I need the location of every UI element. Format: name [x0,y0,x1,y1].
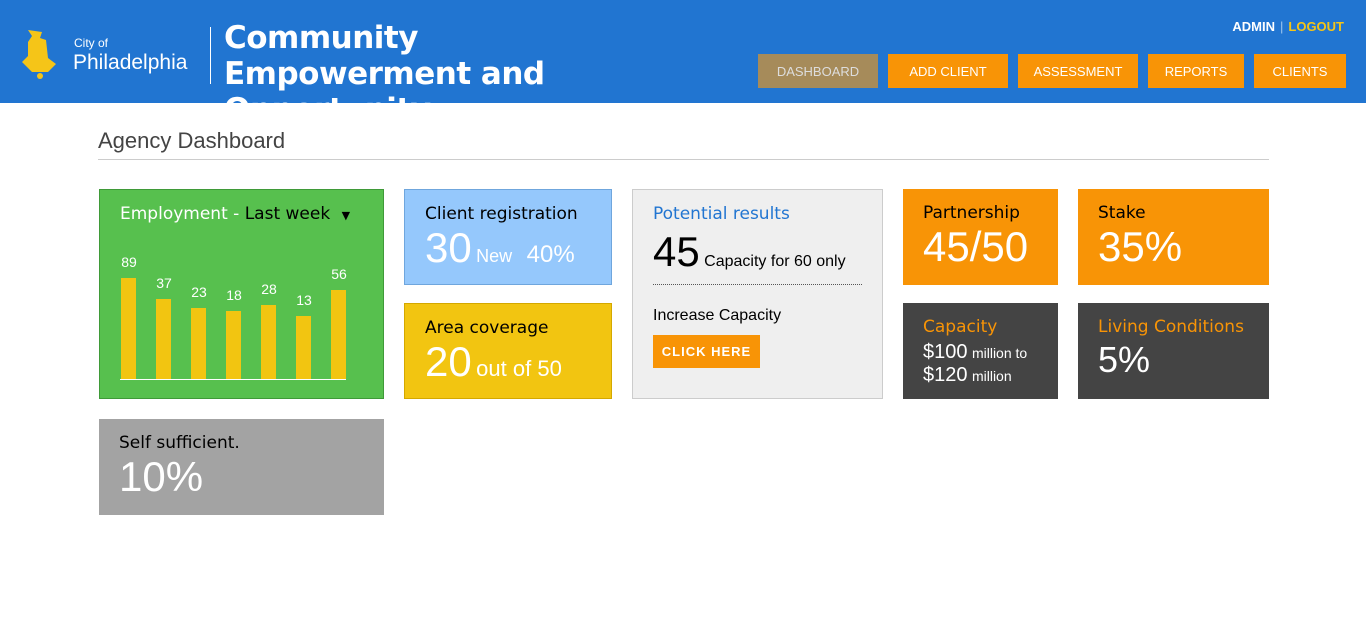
dotted-divider [653,284,862,285]
self-sufficient-value: 10% [119,453,204,500]
nav-dashboard[interactable]: DASHBOARD [758,54,878,88]
divider [210,27,211,84]
card-title: Living Conditions [1098,317,1244,337]
click-here-button[interactable]: CLICK HERE [653,335,760,368]
employment-bar [226,311,241,379]
employment-chart: 89 37 23 18 28 13 56 [100,190,385,400]
capacity-card: Capacity $100 million to $120 million [903,303,1058,399]
city-name: Philadelphia [73,51,188,74]
partnership-value: 45/50 [923,223,1029,270]
new-label: New [476,246,513,266]
potential-note: Capacity for 60 only [704,253,846,270]
area-value: 20 [425,338,472,385]
potential-value: 45 [653,228,700,275]
employment-bar-label: 23 [191,284,207,300]
employment-bar [296,316,311,379]
divider [98,159,1269,160]
city-of-label: City of [74,36,109,50]
employment-bar-label: 37 [156,275,172,291]
increase-label: Increase Capacity [653,307,782,324]
card-title: Partnership [923,203,1020,223]
self-sufficient-card: Self sufficient. 10% [99,419,384,515]
employment-bar-label: 56 [331,266,347,282]
percent-value: 40% [526,241,575,268]
card-title: Stake [1098,203,1146,223]
nav-reports[interactable]: REPORTS [1148,54,1244,88]
employment-bar [191,308,206,379]
nav-assessment[interactable]: ASSESSMENT [1018,54,1138,88]
living-value: 5% [1098,339,1151,380]
employment-bar [156,299,171,379]
card-title: Client registration [425,204,578,224]
client-registration-card: Client registration 30 New 40% [404,189,612,285]
app-title: Community Empowerment and Opportunity [224,20,545,128]
area-suffix: out of 50 [476,356,562,381]
employment-bar [121,278,136,379]
card-title: Area coverage [425,318,549,338]
page-title: Agency Dashboard [98,128,286,153]
liberty-bell-logo-icon [22,30,56,79]
area-coverage-card: Area coverage 20 out of 50 [404,303,612,399]
stake-value: 35% [1098,223,1183,270]
employment-bar-label: 89 [121,254,137,270]
potential-results-card: Potential results 45 Capacity for 60 onl… [632,189,883,399]
card-title: Self sufficient. [119,433,240,453]
user-bar: ADMIN | LOGOUT [1232,19,1344,34]
card-title: Capacity [923,317,998,337]
card-title: Potential results [653,204,790,224]
partnership-card: Partnership 45/50 [903,189,1058,285]
header: City of Philadelphia Community Empowerme… [0,0,1366,128]
living-conditions-card: Living Conditions 5% [1078,303,1269,399]
logout-link[interactable]: LOGOUT [1288,19,1344,34]
stake-card: Stake 35% [1078,189,1269,285]
employment-bar [331,290,346,379]
employment-bar-label: 18 [226,287,242,303]
employment-bar-label: 28 [261,281,277,297]
nav-add-client[interactable]: ADD CLIENT [888,54,1008,88]
capacity-max: $120 [923,364,968,386]
nav-clients[interactable]: CLIENTS [1254,54,1346,88]
capacity-min: $100 [923,341,968,363]
employment-bar-label: 13 [296,292,312,308]
admin-link[interactable]: ADMIN [1232,19,1275,34]
capacity-min-unit: million to [971,345,1028,361]
new-count: 30 [425,224,472,271]
capacity-max-unit: million [971,368,1012,384]
employment-bar [261,305,276,379]
employment-card: Employment - Last week ▼ 89 37 23 18 28 13 56 [99,189,384,399]
chart-baseline [120,379,346,380]
